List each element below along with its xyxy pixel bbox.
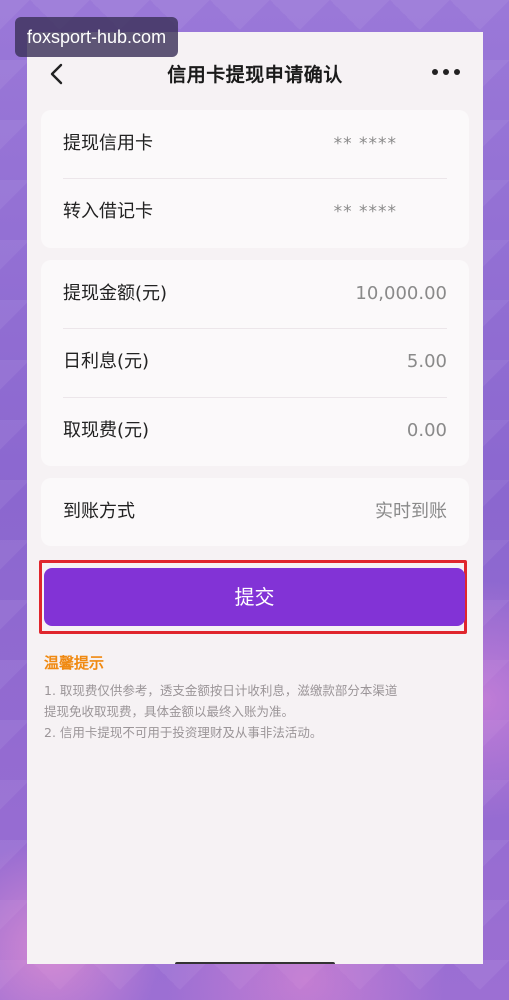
tips-list: 1. 取现费仅供参考，透支金额按日计收利息，滋缴款部分本渠道 提现免收取现费，具… [44, 680, 464, 743]
cash-fee-label: 取现费(元) [63, 420, 150, 441]
tips-line: 1. 取现费仅供参考，透支金额按日计收利息，滋缴款部分本渠道 [44, 683, 398, 698]
watermark-label: foxsport-hub.com [15, 17, 179, 57]
arrival-method-value: 实时到账 [375, 501, 447, 522]
submit-button[interactable]: 提交 [44, 568, 465, 626]
credit-card-label: 提现信用卡 [63, 133, 153, 154]
tips-title: 温馨提示 [44, 654, 105, 672]
withdraw-amount-label: 提现金额(元) [63, 283, 168, 304]
credit-card-number: ** **** [333, 134, 397, 154]
tips-line: 提现免收取现费，具体金额以最终入账为准。 [44, 704, 295, 719]
cash-fee-value: 0.00 [406, 420, 447, 441]
arrival-method-panel: 到账方式 实时到账 [41, 478, 469, 546]
withdraw-amount-value: 10,000.00 [355, 283, 447, 304]
tips-line: 2. 信用卡提现不可用于投资理财及从事非法活动。 [44, 725, 323, 740]
arrival-method-row: 到账方式 实时到账 [63, 478, 447, 546]
cash-fee-row: 取现费(元) 0.00 [63, 397, 447, 465]
daily-interest-label: 日利息(元) [63, 351, 150, 372]
credit-card-row[interactable]: 提现信用卡 ** **** [63, 110, 447, 178]
daily-interest-value: 5.00 [406, 351, 447, 372]
card-selection-panel: 提现信用卡 ** **** 转入借记卡 ** **** [41, 110, 469, 248]
app-screen: 信用卡提现申请确认 提现信用卡 ** **** 转入借记卡 ** **** 提现… [27, 32, 483, 964]
arrival-method-label: 到账方式 [63, 501, 135, 522]
daily-interest-row: 日利息(元) 5.00 [63, 328, 447, 396]
more-dots-icon[interactable] [431, 66, 461, 78]
amount-details-panel: 提现金额(元) 10,000.00 日利息(元) 5.00 取现费(元) 0.0… [41, 260, 469, 466]
withdraw-amount-row: 提现金额(元) 10,000.00 [63, 260, 447, 328]
page-title: 信用卡提现申请确认 [167, 64, 343, 86]
home-indicator [175, 962, 335, 964]
debit-card-row[interactable]: 转入借记卡 ** **** [63, 178, 447, 246]
debit-card-label: 转入借记卡 [63, 201, 153, 222]
debit-card-number: ** **** [333, 202, 397, 222]
